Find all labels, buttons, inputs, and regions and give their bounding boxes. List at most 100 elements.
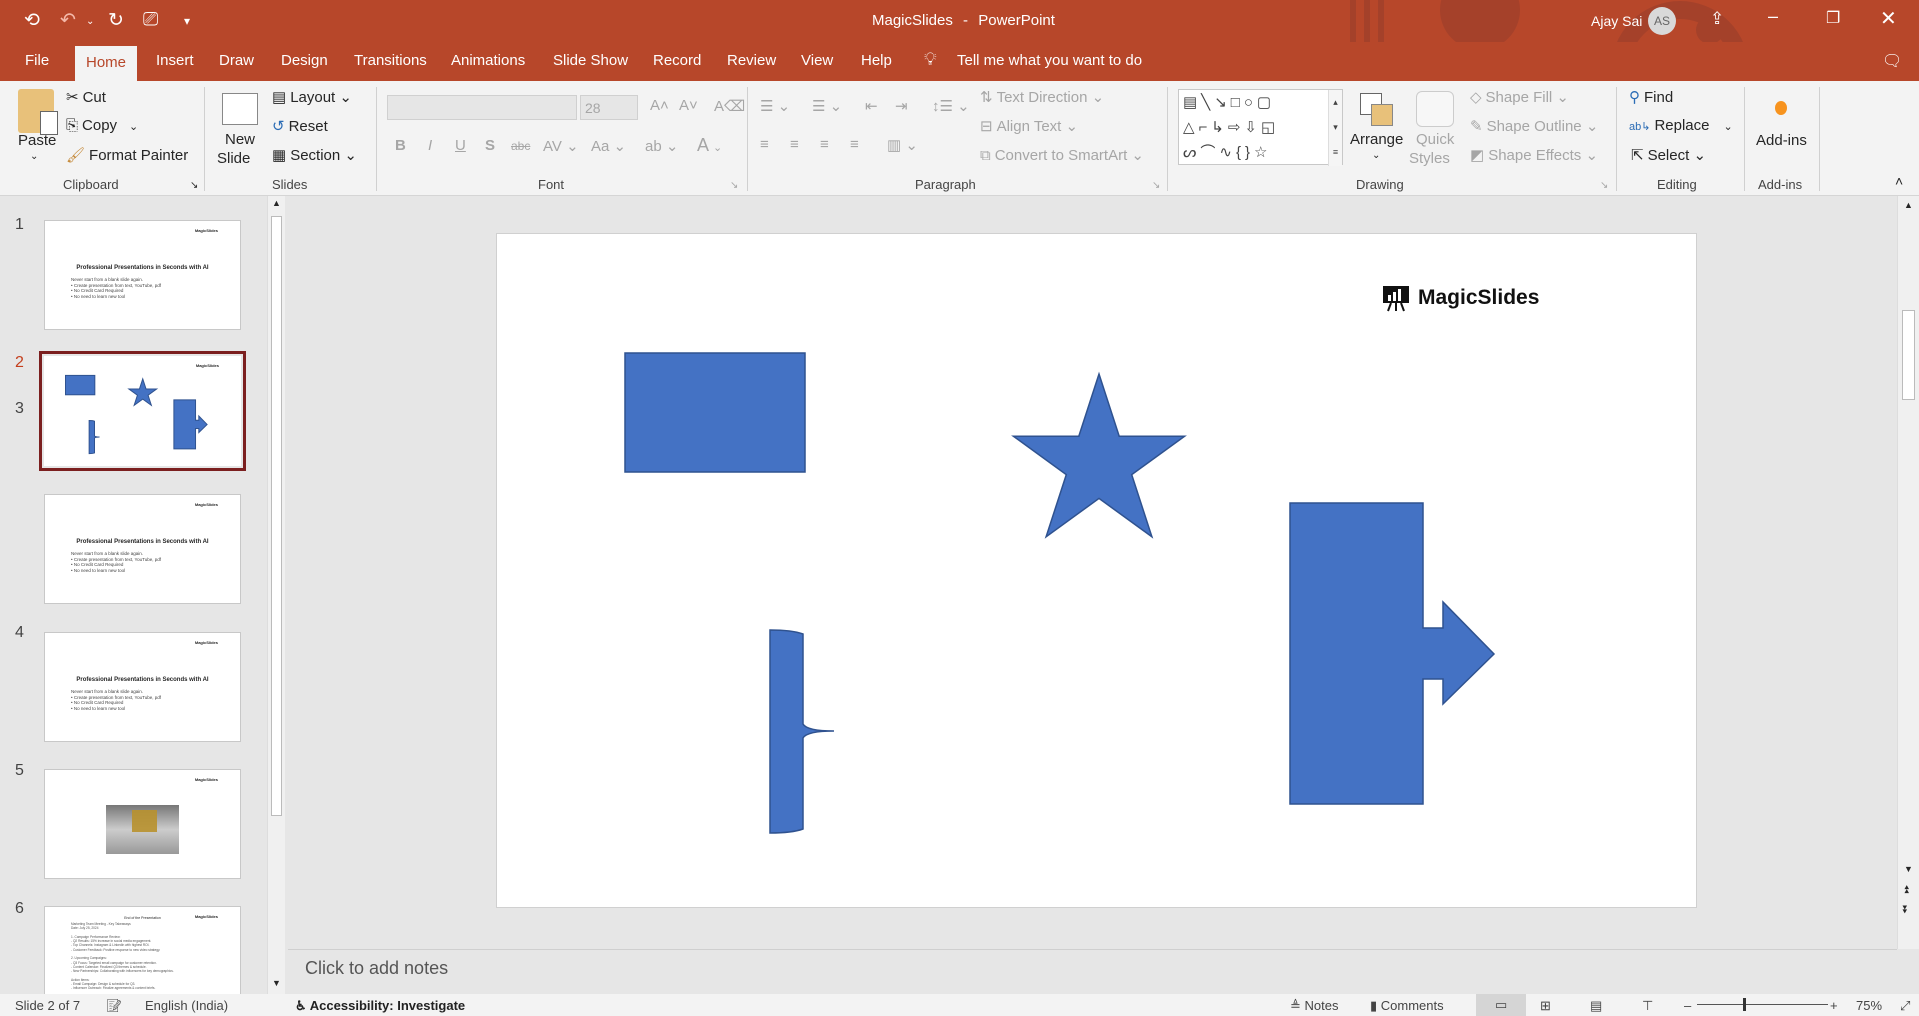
close-button[interactable]: ✕ (1880, 6, 1897, 31)
shape-outline-button[interactable]: ✎ Shape Outline ⌄ (1470, 117, 1598, 135)
drawing-launcher-icon[interactable]: ↘ (1600, 180, 1608, 191)
tab-insert[interactable]: Insert (156, 52, 194, 69)
find-button[interactable]: ⚲ Find (1629, 88, 1673, 106)
numbering-icon[interactable]: ☰ ⌄ (812, 97, 842, 115)
tab-record[interactable]: Record (653, 52, 701, 69)
clear-formatting-icon[interactable]: A⌫ (714, 97, 745, 115)
shapes-gallery[interactable]: ▤╲↘□○▢ △⌐↳⇨⇩◱ ᔕ⌒∿{}☆ ▴ ▾ ≡ (1178, 89, 1343, 166)
zoom-slider-thumb[interactable] (1743, 998, 1746, 1011)
shape-effects-button[interactable]: ◩ Shape Effects ⌄ (1470, 146, 1598, 164)
next-slide-icon[interactable]: ⏬︎ (1903, 904, 1909, 917)
arrange-button[interactable]: Arrange (1350, 131, 1403, 148)
new-slide-dropdown[interactable]: Slide (217, 150, 250, 167)
bullets-icon[interactable]: ☰ ⌄ (760, 97, 790, 115)
customize-icon[interactable]: ▾ (184, 14, 190, 28)
tab-transitions[interactable]: Transitions (354, 52, 427, 69)
character-spacing-icon[interactable]: AV ⌄ (543, 137, 579, 155)
zoom-slider[interactable] (1697, 998, 1828, 1011)
change-case-icon[interactable]: Aa ⌄ (591, 137, 626, 155)
slide-sorter-icon[interactable]: ⊞ (1540, 998, 1551, 1014)
font-size-dropdown[interactable]: 28 (580, 95, 638, 120)
layout-button[interactable]: ▤ Layout ⌄ (272, 88, 352, 106)
star-shape[interactable] (1011, 371, 1187, 539)
format-painter-button[interactable]: 🖌︎ Format Painter (66, 146, 188, 164)
shadow-icon[interactable]: S (485, 137, 495, 154)
strikethrough-icon[interactable]: abc (511, 139, 530, 153)
add-ins-button[interactable]: Add-ins (1756, 132, 1807, 149)
ribbon-display-options-icon[interactable]: ⇪ (1710, 9, 1724, 29)
decrease-font-icon[interactable]: A˅ (679, 97, 698, 114)
increase-font-icon[interactable]: A˄ (650, 97, 669, 114)
slide-thumbnail-1[interactable]: MagicSlides Professional Presentations i… (44, 220, 241, 330)
tab-file[interactable]: File (25, 52, 49, 69)
shapes-row[interactable]: ᔕ⌒∿{}☆ (1183, 140, 1342, 165)
cut-button[interactable]: ✂ Cut (66, 88, 106, 106)
accessibility-button[interactable]: ♿︎ Accessibility: Investigate (295, 998, 465, 1014)
undo-icon[interactable]: ↶ (60, 9, 76, 32)
fit-to-window-icon[interactable]: ⤢ (1900, 998, 1910, 1014)
spell-check-icon[interactable]: 📝︎ (106, 998, 123, 1014)
right-brace-callout-shape[interactable] (769, 629, 835, 834)
redo-icon[interactable]: ↻ (108, 9, 124, 32)
align-right-icon[interactable]: ≡ (820, 136, 829, 153)
text-direction-button[interactable]: ⇅ Text Direction ⌄ (980, 88, 1104, 106)
tab-animations[interactable]: Animations (451, 52, 525, 69)
shape-fill-button[interactable]: ◇ Shape Fill ⌄ (1470, 88, 1569, 106)
scrollbar-thumb[interactable] (271, 216, 282, 816)
quick-styles-button[interactable]: Quick (1416, 131, 1454, 148)
reset-button[interactable]: ↺ Reset (272, 117, 328, 135)
paste-dropdown-icon[interactable]: ⌄ (30, 151, 38, 162)
slide-thumbnail-5[interactable]: MagicSlides (44, 769, 241, 879)
tell-me-search[interactable]: Tell me what you want to do (957, 52, 1142, 69)
select-button[interactable]: ⇱ Select ⌄ (1631, 146, 1706, 164)
thumbnail-scrollbar[interactable]: ▲ ▼ (267, 196, 285, 994)
arrange-dropdown-icon[interactable]: ⌄ (1372, 150, 1380, 161)
slide-canvas[interactable]: MagicSlides (496, 233, 1697, 908)
scroll-down-icon[interactable]: ▼ (272, 978, 281, 988)
slide-thumbnail-2[interactable]: MagicSlides (39, 351, 246, 471)
font-name-dropdown[interactable] (387, 95, 577, 120)
tab-review[interactable]: Review (727, 52, 776, 69)
zoom-in-button[interactable]: + (1830, 998, 1838, 1013)
language-indicator[interactable]: English (India) (145, 998, 228, 1013)
tab-view[interactable]: View (801, 52, 833, 69)
new-slide-button[interactable]: New (225, 131, 255, 148)
quick-styles-dropdown[interactable]: Styles (1409, 150, 1450, 167)
avatar[interactable]: AS (1648, 7, 1676, 35)
notes-button[interactable]: ≜ Notes (1290, 998, 1338, 1014)
bold-icon[interactable]: B (395, 137, 406, 154)
paste-icon[interactable] (18, 89, 58, 135)
slide-thumbnail-4[interactable]: MagicSlides Professional Presentations i… (44, 632, 241, 742)
columns-icon[interactable]: ▥ ⌄ (887, 136, 918, 154)
clipboard-launcher-icon[interactable]: ↘ (190, 180, 198, 191)
slide-scrollbar[interactable]: ▲ ▼ ⏫︎ ⏬︎ (1897, 196, 1919, 949)
decrease-indent-icon[interactable]: ⇤ (865, 97, 878, 115)
replace-button[interactable]: ab↳ Replace ⌄ (1629, 117, 1733, 134)
increase-indent-icon[interactable]: ⇥ (895, 97, 908, 115)
rectangle-shape[interactable] (624, 352, 806, 473)
minimize-button[interactable]: – (1768, 6, 1778, 27)
autosave-icon[interactable]: ⟲ (24, 9, 40, 32)
section-button[interactable]: ▦ Section ⌄ (272, 146, 357, 164)
justify-icon[interactable]: ≡ (850, 136, 859, 153)
paste-button[interactable]: Paste (18, 132, 56, 149)
tab-help[interactable]: Help (861, 52, 892, 69)
copy-button[interactable]: ⎘ Copy ⌄ (66, 117, 138, 134)
notes-placeholder[interactable]: Click to add notes (305, 958, 448, 979)
tab-home[interactable]: Home (75, 46, 138, 81)
italic-icon[interactable]: I (428, 137, 432, 154)
scroll-down-icon[interactable]: ▼ (1904, 864, 1913, 874)
comments-button[interactable]: ▮ Comments (1370, 998, 1444, 1014)
slideshow-view-icon[interactable]: ⊤ (1642, 998, 1653, 1014)
restore-button[interactable]: ❐ (1826, 8, 1840, 28)
font-color-icon[interactable]: A ⌄ (697, 135, 722, 156)
align-center-icon[interactable]: ≡ (790, 136, 799, 153)
comments-icon[interactable]: 🗨︎ (1882, 51, 1902, 71)
collapse-ribbon-icon[interactable]: ˄ (1895, 173, 1903, 189)
new-slide-icon[interactable] (222, 93, 258, 125)
zoom-level[interactable]: 75% (1856, 998, 1882, 1013)
reading-view-icon[interactable]: ▤ (1590, 998, 1602, 1014)
scroll-up-icon[interactable]: ▲ (272, 198, 281, 208)
font-launcher-icon[interactable]: ↘ (730, 180, 738, 191)
gallery-scroll[interactable]: ▴ ▾ ≡ (1328, 90, 1342, 166)
